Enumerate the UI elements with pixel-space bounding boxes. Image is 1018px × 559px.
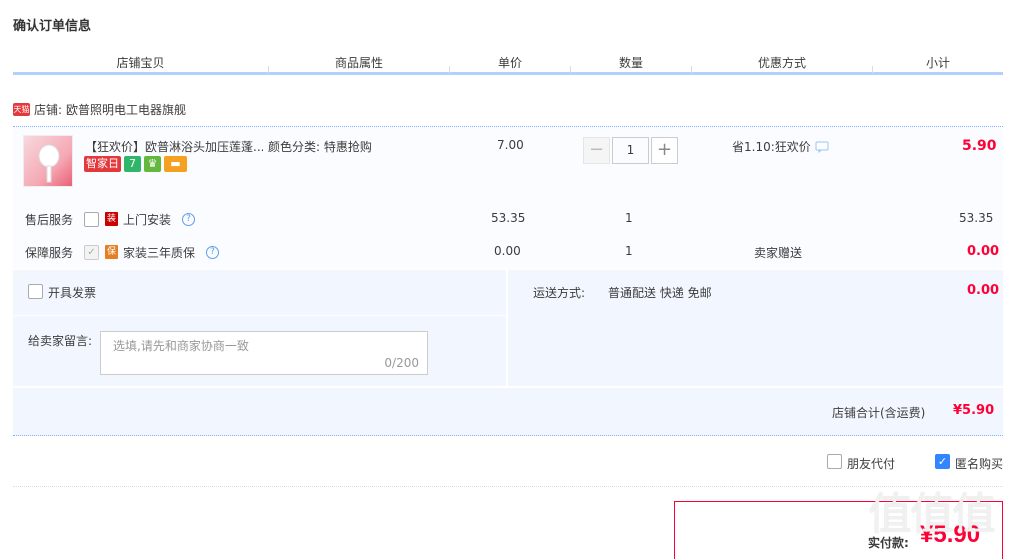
invoice-checkbox[interactable]: [28, 284, 43, 299]
watermark-logo: 值值值: [868, 489, 996, 540]
guarantee-badge-icon: ♛: [144, 156, 161, 172]
tmall-badge-icon: 天猫: [13, 102, 30, 116]
install-service-icon: 装: [105, 212, 118, 226]
friend-pay-checkbox[interactable]: [827, 454, 842, 469]
warranty-service-icon: 保: [105, 245, 118, 259]
anonymous-purchase-label[interactable]: 匿名购买: [955, 455, 1003, 472]
friend-pay-label[interactable]: 朋友代付: [847, 455, 895, 472]
service-qty: 1: [625, 244, 633, 258]
service-category-label: 售后服务: [25, 212, 74, 227]
seven-day-return-badge: 7: [124, 156, 141, 172]
shop-total-value: ¥5.90: [953, 403, 995, 418]
shipping-fee: 0.00: [967, 283, 1000, 298]
anonymous-purchase-checkbox[interactable]: ✓: [935, 454, 950, 469]
smart-home-day-badge: 智家日: [84, 156, 121, 172]
install-service-name: 上门安装: [123, 213, 172, 227]
quantity-decrease-button[interactable]: −: [583, 137, 610, 164]
sku-value: 特惠抢购: [323, 140, 372, 154]
message-placeholder: 选填,请先和商家协商一致: [113, 339, 249, 353]
shipping-method: 普通配送 快递 免邮: [608, 286, 712, 300]
col-attributes: 商品属性: [334, 56, 383, 70]
panel-divider: [13, 315, 506, 316]
promo-badges: 智家日 7 ♛ ▬: [84, 156, 187, 172]
service-price: 0.00: [494, 244, 521, 258]
help-icon[interactable]: ?: [182, 213, 195, 226]
shop-row: 天猫 店铺: 欧普照明电工电器旗舰: [13, 99, 186, 119]
after-sale-service-row: 售后服务: [25, 209, 73, 229]
col-unit-price: 单价: [497, 56, 522, 70]
shop-total-label: 店铺合计(含运费): [832, 406, 926, 420]
install-service-checkbox[interactable]: [84, 212, 99, 227]
col-discount: 优惠方式: [757, 56, 806, 70]
service-price: 53.35: [491, 211, 526, 225]
quantity-input[interactable]: 1: [612, 137, 649, 164]
warranty-service-row: 保障服务: [25, 242, 73, 262]
quantity-increase-button[interactable]: +: [651, 137, 678, 164]
shower-head-icon: [38, 144, 60, 183]
card-pay-badge-icon: ▬: [164, 156, 187, 172]
product-thumbnail[interactable]: [23, 135, 73, 187]
shop-label: 店铺:: [34, 102, 63, 117]
message-counter: 0/200: [384, 356, 419, 370]
invoice-label[interactable]: 开具发票: [48, 284, 96, 301]
item-subtotal: 5.90: [962, 138, 997, 154]
warranty-checkbox: ✓: [84, 245, 99, 260]
help-icon[interactable]: ?: [206, 246, 219, 259]
sku-label: 颜色分类:: [268, 140, 321, 154]
page-title: 确认订单信息: [13, 19, 92, 34]
comment-icon[interactable]: [815, 141, 829, 153]
unit-price: 7.00: [497, 138, 524, 152]
service-subtotal: 0.00: [967, 244, 1000, 259]
message-label: 给卖家留言:: [28, 334, 93, 348]
column-header: 店铺宝贝 商品属性 单价 数量 优惠方式 小计: [13, 52, 1003, 75]
sku-attributes: 颜色分类: 特惠抢购: [268, 138, 372, 155]
quantity-stepper: − 1 +: [583, 137, 678, 164]
shipping-label: 运送方式:: [533, 286, 586, 300]
col-subtotal: 小计: [925, 56, 950, 70]
warranty-service-name: 家装三年质保: [123, 246, 196, 260]
service-category-label: 保障服务: [25, 245, 74, 260]
col-quantity: 数量: [618, 56, 643, 70]
col-shop-item: 店铺宝贝: [116, 56, 165, 70]
promo-text: 省1.10:狂欢价: [732, 140, 811, 154]
section-divider: [13, 486, 1003, 487]
service-qty: 1: [625, 211, 633, 225]
promo-info: 省1.10:狂欢价: [732, 138, 829, 155]
seller-message-input[interactable]: 选填,请先和商家协商一致 0/200: [100, 331, 428, 375]
service-promo: 卖家赠送: [754, 246, 803, 260]
shop-name-link[interactable]: 欧普照明电工电器旗舰: [66, 101, 186, 118]
product-name-link[interactable]: 【狂欢价】欧普淋浴头加压莲蓬...: [85, 138, 263, 155]
service-subtotal: 53.35: [959, 211, 994, 225]
